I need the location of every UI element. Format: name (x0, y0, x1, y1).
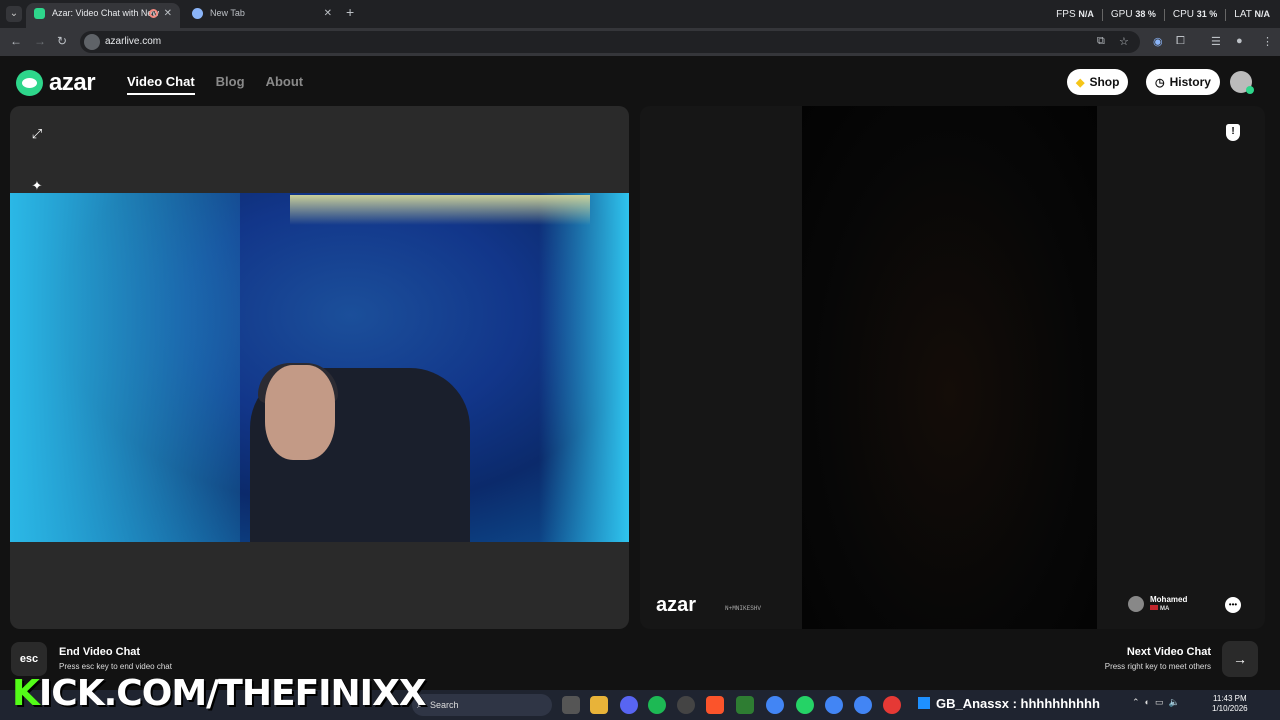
discord-icon[interactable] (620, 696, 638, 714)
kick-text: KICK.COM/THEFINIXX (12, 673, 427, 714)
next-chat-title: Next Video Chat (1126, 646, 1211, 658)
shop-label: Shop (1089, 75, 1120, 89)
obs-icon[interactable] (677, 696, 695, 714)
address-bar[interactable]: azarlive.com ⧉ ☆ (80, 31, 1140, 53)
fps-metric: FPS N/A (1056, 9, 1094, 20)
local-video-panel: ⤢ ✦ ☻ (10, 106, 629, 629)
remote-video-panel: ! azar N+MNIKESHV Mohamed MA ••• (640, 106, 1265, 629)
task-view-icon[interactable] (562, 696, 580, 714)
remote-camera-feed (802, 106, 1097, 629)
cpu-metric: CPU 31 % (1172, 9, 1218, 20)
clock-date: 1/10/2026 (1212, 704, 1248, 713)
tab-azar[interactable]: Azar: Video Chat with New ✕ (26, 3, 180, 28)
end-chat-title: End Video Chat (59, 646, 141, 658)
end-chat-hint: Press esc key to end video chat (59, 662, 172, 671)
taskbar-search[interactable]: ⌕ Search (412, 694, 552, 716)
azar-logo-icon (16, 70, 43, 96)
azar-watermark: azar (656, 594, 697, 616)
azar-favicon-icon (34, 8, 45, 19)
logo-text: azar (49, 69, 96, 96)
new-tab-button[interactable]: + (346, 4, 354, 20)
lat-metric: LAT N/A (1234, 9, 1270, 20)
taskbar-clock[interactable]: 11:43 PM 1/10/2026 (1212, 694, 1248, 714)
chrome-favicon-icon (192, 8, 203, 19)
bookmark-star-icon[interactable]: ☆ (1119, 35, 1129, 48)
app-red-icon[interactable] (883, 696, 901, 714)
nav-blog[interactable]: Blog (216, 74, 245, 95)
forward-arrow-icon[interactable]: → (34, 34, 46, 48)
chat-bubble-icon[interactable]: ••• (1225, 597, 1241, 613)
clock-icon: ◷ (1155, 76, 1165, 89)
nav-video-chat[interactable]: Video Chat (127, 74, 195, 95)
profile-icon[interactable]: ● (1236, 35, 1243, 47)
chrome-profile-icon[interactable] (825, 696, 843, 714)
shop-button[interactable]: ◆ Shop (1067, 69, 1129, 95)
back-arrow-icon[interactable]: ← (10, 34, 22, 48)
next-chat-button[interactable]: → (1222, 641, 1258, 677)
partner-name: Mohamed (1150, 595, 1188, 604)
reading-list-icon[interactable]: ☰ (1211, 35, 1221, 48)
system-tray[interactable]: ⌃ ◐ ▭ 🔈 (1132, 697, 1180, 708)
close-tab-icon[interactable]: ✕ (324, 3, 332, 24)
extension-icon[interactable]: ◉ (1153, 35, 1163, 48)
online-status-icon (1246, 86, 1254, 94)
local-camera-feed (10, 193, 629, 542)
history-button[interactable]: ◷ History (1146, 69, 1220, 95)
watermark-id: N+MNIKESHV (725, 605, 762, 612)
next-chat-hint: Press right key to meet others (1104, 662, 1211, 671)
browser-menu-icon[interactable]: ⋮ (1262, 35, 1273, 48)
partner-info[interactable]: Mohamed MA (1128, 595, 1187, 612)
performance-overlay: FPS N/A GPU 38 % CPU 31 % LAT N/A (1056, 9, 1270, 21)
report-shield-icon[interactable]: ! (1226, 124, 1240, 141)
whatsapp-icon[interactable] (796, 696, 814, 714)
end-chat-button[interactable]: esc (11, 642, 47, 676)
tab-new-tab[interactable]: New Tab ✕ (184, 3, 340, 28)
chrome-profile-2-icon[interactable] (854, 696, 872, 714)
azar-logo[interactable]: azar (16, 69, 96, 97)
app-icon[interactable] (736, 696, 754, 714)
site-info-icon[interactable] (84, 34, 100, 50)
search-placeholder: Search (430, 700, 459, 710)
gpu-metric: GPU 38 % (1110, 9, 1156, 20)
tab-title: Azar: Video Chat with New (52, 8, 159, 18)
main-nav: Video Chat Blog About (127, 74, 303, 95)
tab-title: New Tab (210, 8, 245, 18)
chrome-icon[interactable] (766, 696, 784, 714)
close-tab-icon[interactable]: ✕ (164, 3, 172, 24)
history-label: History (1169, 75, 1211, 89)
partner-avatar (1128, 595, 1144, 612)
azar-page: azar Video Chat Blog About ◆ Shop ◷ Hist… (0, 56, 1280, 690)
brave-icon[interactable] (706, 696, 724, 714)
spotify-icon[interactable] (648, 696, 666, 714)
kick-stream-overlay: KICK.COM/THEFINIXX (12, 673, 427, 714)
chat-badge-icon (918, 697, 930, 709)
file-explorer-icon[interactable] (590, 696, 608, 714)
reload-icon[interactable]: ↻ (57, 34, 67, 48)
morocco-flag-icon (1150, 605, 1158, 610)
browser-toolbar: ← → ↻ azarlive.com ⧉ ☆ ◉ ⧠ ☰ ● ⋮ (0, 28, 1280, 56)
expand-icon[interactable]: ⤢ (26, 123, 48, 145)
partner-country: MA (1150, 605, 1187, 612)
clock-time: 11:43 PM (1212, 694, 1247, 703)
stream-chat-message: GB_Anassx : hhhhhhhhhh (918, 696, 1100, 711)
gem-icon: ◆ (1076, 76, 1085, 89)
browser-tabstrip: ⌄ Azar: Video Chat with New ✕ New Tab ✕ … (0, 0, 1280, 28)
user-avatar[interactable] (1230, 71, 1254, 94)
extensions-puzzle-icon[interactable]: ⧠ (1176, 35, 1185, 48)
install-app-icon[interactable]: ⧉ (1097, 35, 1105, 48)
recording-indicator-icon (149, 9, 158, 18)
url-text: azarlive.com (105, 36, 162, 47)
tab-search-button[interactable]: ⌄ (6, 6, 22, 22)
nav-about[interactable]: About (266, 74, 304, 95)
